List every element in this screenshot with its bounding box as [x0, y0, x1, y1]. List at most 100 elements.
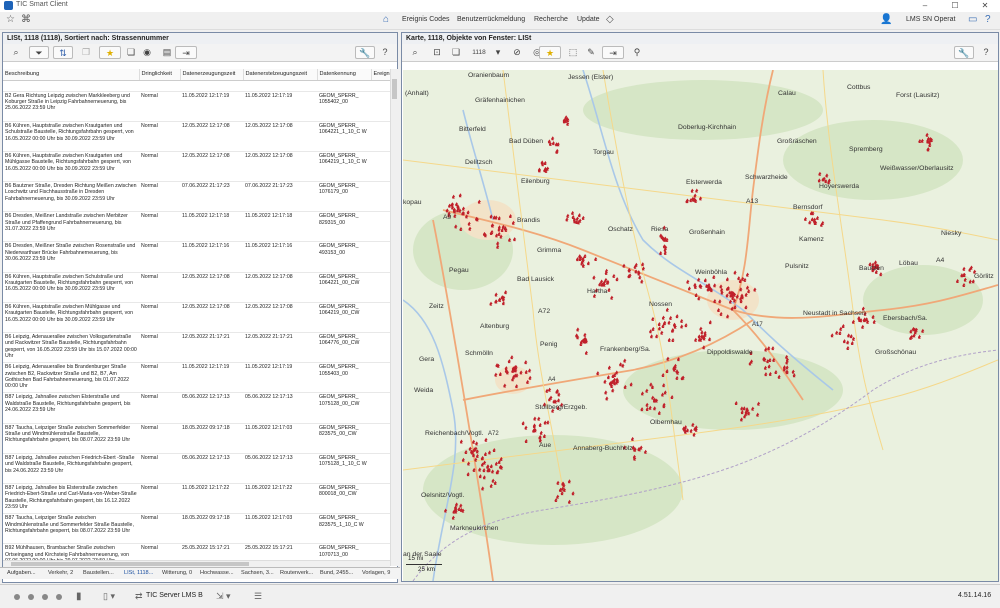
incident-marker[interactable]: [539, 430, 543, 435]
incident-marker[interactable]: [839, 326, 843, 331]
incident-marker[interactable]: [606, 279, 610, 284]
network-icon[interactable]: ⌘: [21, 14, 31, 25]
incident-marker[interactable]: [604, 390, 608, 395]
incident-marker[interactable]: [611, 388, 615, 393]
incident-marker[interactable]: [581, 215, 585, 220]
copy-icon[interactable]: ❐: [79, 46, 93, 59]
col-datenkennung[interactable]: Datenkennung: [317, 69, 372, 81]
table-row[interactable]: B6 Kühren, Hauptstraße zwischen Krautgar…: [3, 151, 390, 183]
col-dringlichkeit[interactable]: Dringlichkeit: [139, 69, 181, 81]
incident-marker[interactable]: [631, 436, 635, 441]
incident-marker[interactable]: [610, 295, 614, 300]
eye-icon[interactable]: ◉: [140, 46, 154, 59]
table-row[interactable]: B6 Dresden, Meißner Landstraße zwischen …: [3, 211, 390, 243]
incident-marker[interactable]: [510, 355, 514, 360]
filter-icon[interactable]: ⏷: [29, 46, 49, 59]
incident-marker[interactable]: [521, 421, 525, 426]
col-datenerzeugungszeit[interactable]: Datenerzeugungszeit: [180, 69, 244, 81]
incident-marker[interactable]: [659, 251, 663, 256]
help-icon[interactable]: ?: [985, 14, 991, 25]
scrollbar-thumb[interactable]: [392, 79, 397, 99]
incident-marker[interactable]: [640, 279, 644, 284]
col-ereign[interactable]: Ereign: [371, 69, 390, 81]
incident-marker[interactable]: [494, 299, 498, 304]
incident-marker[interactable]: [615, 277, 619, 282]
filter-cell[interactable]: [317, 80, 371, 92]
table-row[interactable]: B6 Leipzig, Adenauerallee bis Brandenbur…: [3, 362, 390, 394]
incident-marker[interactable]: [687, 286, 692, 291]
server-name[interactable]: TIC Server LMS B: [146, 592, 203, 599]
binoculars-icon[interactable]: ⌕: [9, 46, 23, 59]
incident-marker[interactable]: [551, 136, 555, 141]
incident-marker[interactable]: [816, 215, 820, 220]
nav-update[interactable]: Update: [577, 16, 600, 23]
compass-icon[interactable]: ⊘: [510, 46, 524, 59]
incident-marker[interactable]: [596, 371, 600, 376]
incident-marker[interactable]: [680, 324, 684, 329]
incident-marker[interactable]: [549, 395, 553, 400]
favorite-star-icon[interactable]: ★: [99, 46, 121, 59]
close-button[interactable]: ✕: [970, 0, 1000, 12]
incident-marker[interactable]: [507, 359, 511, 364]
incident-marker[interactable]: [661, 315, 666, 320]
search-icon[interactable]: ⚲: [630, 46, 644, 59]
incident-marker[interactable]: [669, 315, 673, 320]
incident-marker[interactable]: [575, 216, 580, 221]
incident-marker[interactable]: [641, 262, 645, 267]
layers-icon[interactable]: ❏: [124, 46, 138, 59]
incident-marker[interactable]: [737, 276, 741, 281]
incident-marker[interactable]: [612, 273, 616, 278]
table-row[interactable]: B87 Taucha, Leipziger Straße zwischen Wi…: [3, 513, 390, 545]
incident-marker[interactable]: [538, 422, 542, 427]
incident-marker[interactable]: [594, 257, 598, 262]
incident-marker[interactable]: [528, 368, 532, 373]
incident-marker[interactable]: [695, 188, 699, 193]
incident-marker[interactable]: [628, 273, 632, 278]
incident-marker[interactable]: [578, 218, 582, 223]
incident-marker[interactable]: [733, 270, 737, 275]
incident-marker[interactable]: [584, 350, 589, 355]
tab-hochwasser[interactable]: Hochwasse...: [200, 570, 234, 576]
incident-marker[interactable]: [604, 277, 608, 282]
export-icon[interactable]: ⇥: [602, 46, 624, 59]
incident-marker[interactable]: [700, 330, 704, 335]
incident-marker[interactable]: [605, 268, 609, 273]
incident-marker[interactable]: [556, 142, 560, 147]
incident-marker[interactable]: [484, 437, 488, 442]
filter-cell[interactable]: [139, 80, 180, 92]
incident-marker[interactable]: [583, 254, 587, 259]
device-icon[interactable]: ▯ ▾: [103, 591, 115, 602]
incident-marker[interactable]: [767, 346, 771, 351]
col-beschreibung[interactable]: Beschreibung: [3, 69, 140, 81]
incident-marker[interactable]: [641, 266, 646, 271]
table-row[interactable]: B87 Taucha, Leipziger Straße zwischen So…: [3, 423, 390, 454]
table-row[interactable]: B6 Kühren, Hauptstraße zwischen Mühlgass…: [3, 302, 390, 334]
chat-icon[interactable]: ▭: [968, 14, 977, 25]
list-icon[interactable]: ☰: [254, 591, 262, 602]
table-row[interactable]: B6 Kühren, Hauptstraße zwischen Schulstr…: [3, 272, 390, 303]
binoculars-icon[interactable]: ⌕: [408, 46, 422, 59]
incident-marker[interactable]: [861, 324, 865, 329]
nav-ereignis-codes[interactable]: Ereignis Codes: [402, 16, 449, 23]
incident-marker[interactable]: [663, 320, 667, 325]
user-name[interactable]: LMS SN Operat: [906, 16, 955, 23]
incident-marker[interactable]: [703, 330, 707, 335]
incident-marker[interactable]: [708, 320, 713, 325]
tab-aufgaben[interactable]: Aufgaben...: [7, 570, 36, 576]
incident-marker[interactable]: [657, 321, 661, 326]
incident-marker[interactable]: [452, 194, 456, 199]
incident-marker[interactable]: [472, 439, 476, 444]
incident-marker[interactable]: [537, 416, 541, 421]
incident-marker[interactable]: [524, 425, 528, 430]
incident-marker[interactable]: [842, 339, 847, 344]
diamond-icon[interactable]: ◇: [606, 14, 614, 25]
incident-marker[interactable]: [448, 203, 452, 208]
table-row[interactable]: B2 Gera Richtung Leipzig zwischen Markkl…: [3, 91, 390, 122]
filter-cell[interactable]: [180, 80, 243, 92]
incident-marker[interactable]: [586, 261, 591, 266]
incident-marker[interactable]: [579, 342, 583, 347]
tab-routenverkehr[interactable]: Routenverk...: [280, 570, 313, 576]
nav-benutzerrueckmeldung[interactable]: Benutzerrückmeldung: [457, 16, 525, 23]
incident-marker[interactable]: [533, 416, 537, 421]
incident-marker[interactable]: [557, 392, 561, 397]
